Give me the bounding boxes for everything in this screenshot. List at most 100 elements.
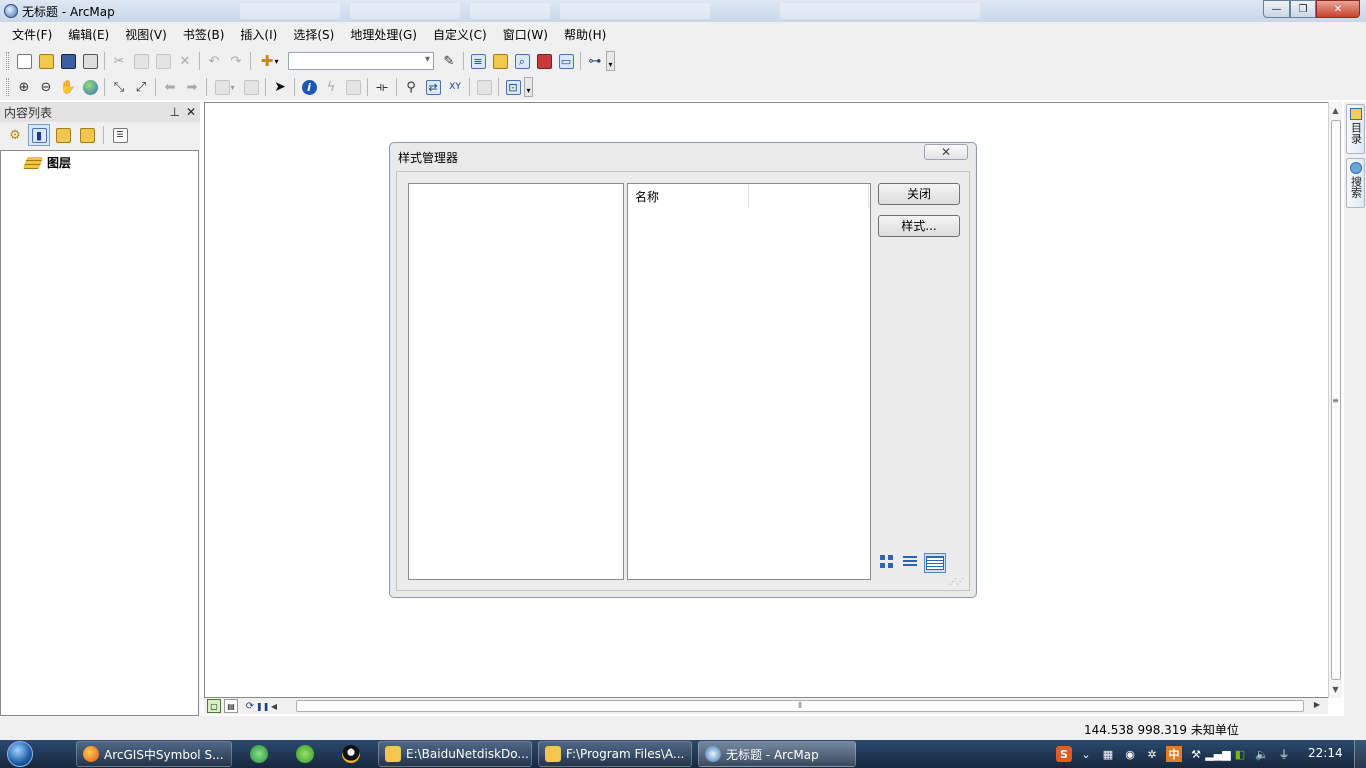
toolbar-options-chevron[interactable]: ▾ bbox=[606, 51, 615, 71]
catalog-dock-tab[interactable]: 目录 bbox=[1346, 104, 1365, 154]
ime-chinese-icon[interactable]: 中 bbox=[1166, 746, 1182, 762]
modelbuilder-button[interactable]: ⊶ bbox=[584, 50, 606, 72]
arctoolbox-button[interactable] bbox=[533, 50, 555, 72]
taskbar-clock[interactable]: 22:14 bbox=[1308, 746, 1343, 760]
hyperlink-button[interactable]: ϟ bbox=[320, 76, 342, 98]
clear-selection-button[interactable] bbox=[240, 76, 262, 98]
scroll-up-arrow[interactable]: ▲ bbox=[1332, 106, 1338, 115]
menu-bookmarks[interactable]: 书签(B) bbox=[179, 22, 229, 48]
large-icons-view-button[interactable] bbox=[878, 553, 895, 570]
sogou-input-icon[interactable]: S bbox=[1056, 746, 1072, 762]
style-items-list[interactable]: 名称 bbox=[627, 183, 871, 580]
time-slider-button[interactable] bbox=[473, 76, 495, 98]
start-button[interactable] bbox=[0, 740, 40, 768]
new-document-button[interactable] bbox=[13, 50, 35, 72]
add-data-button[interactable]: ✚ ▾ bbox=[254, 50, 284, 72]
power-plug-icon[interactable]: ⏚ bbox=[1276, 746, 1292, 762]
menu-help[interactable]: 帮助(H) bbox=[560, 22, 610, 48]
previous-extent-button[interactable]: ⬅ bbox=[159, 76, 181, 98]
cut-button[interactable]: ✂ bbox=[108, 50, 130, 72]
menu-view[interactable]: 视图(V) bbox=[121, 22, 171, 48]
network-globe-icon[interactable]: ◉ bbox=[1122, 746, 1138, 762]
scroll-left-arrow[interactable]: ◀ bbox=[268, 702, 280, 711]
vertical-scroll-thumb[interactable]: ≡ bbox=[1330, 120, 1341, 680]
close-button[interactable]: 关闭 bbox=[878, 183, 960, 205]
search-dock-tab[interactable]: 搜索 bbox=[1346, 158, 1365, 208]
menu-edit[interactable]: 编辑(E) bbox=[64, 22, 113, 48]
taskbar-item-arcmap[interactable]: 无标题 - ArcMap bbox=[698, 741, 856, 767]
minimize-button[interactable]: — bbox=[1263, 0, 1290, 18]
select-elements-button[interactable]: ➤ bbox=[269, 76, 291, 98]
layout-view-button[interactable]: ▤ bbox=[224, 699, 238, 713]
list-by-visibility-button[interactable] bbox=[52, 124, 74, 146]
nvidia-icon[interactable]: ◧ bbox=[1232, 746, 1248, 762]
menu-windows[interactable]: 窗口(W) bbox=[499, 22, 552, 48]
menu-insert[interactable]: 插入(I) bbox=[236, 22, 281, 48]
scroll-right-arrow[interactable]: ▶ bbox=[1314, 700, 1320, 709]
qq-icon[interactable] bbox=[342, 745, 360, 763]
save-button[interactable] bbox=[57, 50, 79, 72]
open-button[interactable] bbox=[35, 50, 57, 72]
scroll-down-arrow[interactable]: ▼ bbox=[1332, 685, 1338, 694]
zoom-in-button[interactable]: ⊕ bbox=[13, 76, 35, 98]
table-of-contents-button[interactable]: ≡ bbox=[467, 50, 489, 72]
menu-file[interactable]: 文件(F) bbox=[8, 22, 56, 48]
search-window-button[interactable]: ⌕ bbox=[511, 50, 533, 72]
tray-tool-icon[interactable]: ⚒ bbox=[1188, 746, 1204, 762]
taskbar-item-explorer-program-files[interactable]: F:\Program Files\A... bbox=[538, 741, 692, 767]
paste-button[interactable] bbox=[152, 50, 174, 72]
menu-selection[interactable]: 选择(S) bbox=[289, 22, 338, 48]
volume-icon[interactable]: 🔈 bbox=[1254, 746, 1270, 762]
data-view-button[interactable]: ▢ bbox=[207, 699, 221, 713]
catalog-window-button[interactable] bbox=[489, 50, 511, 72]
toc-options-button[interactable]: ☰ bbox=[109, 124, 131, 146]
undo-button[interactable]: ↶ bbox=[203, 50, 225, 72]
print-button[interactable] bbox=[79, 50, 101, 72]
wechat-icon[interactable] bbox=[296, 745, 314, 763]
details-view-button[interactable] bbox=[924, 553, 946, 573]
toolbar-options-chevron[interactable]: ▾ bbox=[524, 77, 533, 97]
close-window-button[interactable]: ✕ bbox=[1316, 0, 1360, 18]
browser-360-icon[interactable] bbox=[250, 745, 268, 763]
find-button[interactable]: ⚲ bbox=[400, 76, 422, 98]
next-extent-button[interactable]: ➡ bbox=[181, 76, 203, 98]
toc-pin-button[interactable]: ⊥ bbox=[169, 105, 179, 119]
map-vertical-scrollbar[interactable]: ▲ ≡ ▼ bbox=[1328, 102, 1342, 698]
layer-root-row[interactable]: 图层 bbox=[1, 151, 198, 171]
copy-button[interactable] bbox=[130, 50, 152, 72]
list-view-button[interactable] bbox=[901, 553, 918, 570]
list-by-selection-button[interactable] bbox=[76, 124, 98, 146]
styles-button[interactable]: 样式... bbox=[878, 215, 960, 237]
signal-bars-icon[interactable]: ▂▄▆ bbox=[1205, 746, 1230, 762]
select-features-button[interactable]: ▾ bbox=[210, 76, 240, 98]
toolbar-grip[interactable] bbox=[6, 78, 9, 96]
fixed-zoom-in-button[interactable]: ⤡ bbox=[108, 76, 130, 98]
delete-button[interactable]: ✕ bbox=[174, 50, 196, 72]
python-window-button[interactable]: ▭ bbox=[555, 50, 577, 72]
identify-button[interactable]: i bbox=[298, 76, 320, 98]
find-route-button[interactable]: ⇄ bbox=[422, 76, 444, 98]
resize-grip[interactable]: ⋰⋰ bbox=[949, 577, 964, 586]
redo-button[interactable]: ↷ bbox=[225, 50, 247, 72]
toolbar-grip[interactable] bbox=[6, 52, 9, 70]
html-popup-button[interactable] bbox=[342, 76, 364, 98]
maximize-button[interactable]: ❐ bbox=[1290, 0, 1316, 18]
list-by-source-button[interactable]: ▮ bbox=[28, 124, 50, 146]
pan-button[interactable]: ✋ bbox=[57, 76, 79, 98]
go-to-xy-button[interactable]: XY bbox=[444, 76, 466, 98]
keyboard-icon[interactable]: ▦ bbox=[1100, 746, 1116, 762]
menu-geoprocessing[interactable]: 地理处理(G) bbox=[346, 22, 421, 48]
create-viewer-window-button[interactable]: ⊡ bbox=[502, 76, 524, 98]
refresh-view-button[interactable]: ⟳ bbox=[244, 701, 256, 712]
dialog-close-icon-button[interactable]: ✕ bbox=[924, 144, 968, 160]
toc-close-button[interactable]: ✕ bbox=[186, 105, 196, 119]
pause-drawing-button[interactable]: ❚❚ bbox=[256, 702, 269, 711]
show-desktop-button[interactable] bbox=[1354, 740, 1366, 768]
column-header-second[interactable] bbox=[749, 184, 869, 208]
menu-customize[interactable]: 自定义(C) bbox=[429, 22, 491, 48]
list-by-drawing-order-button[interactable]: ⚙ bbox=[4, 124, 26, 146]
tray-expand-icon[interactable]: ⌄ bbox=[1078, 746, 1094, 762]
editor-toolbar-button[interactable]: ✎ bbox=[438, 50, 460, 72]
full-extent-button[interactable] bbox=[79, 76, 101, 98]
measure-button[interactable]: ⟛ bbox=[371, 76, 393, 98]
